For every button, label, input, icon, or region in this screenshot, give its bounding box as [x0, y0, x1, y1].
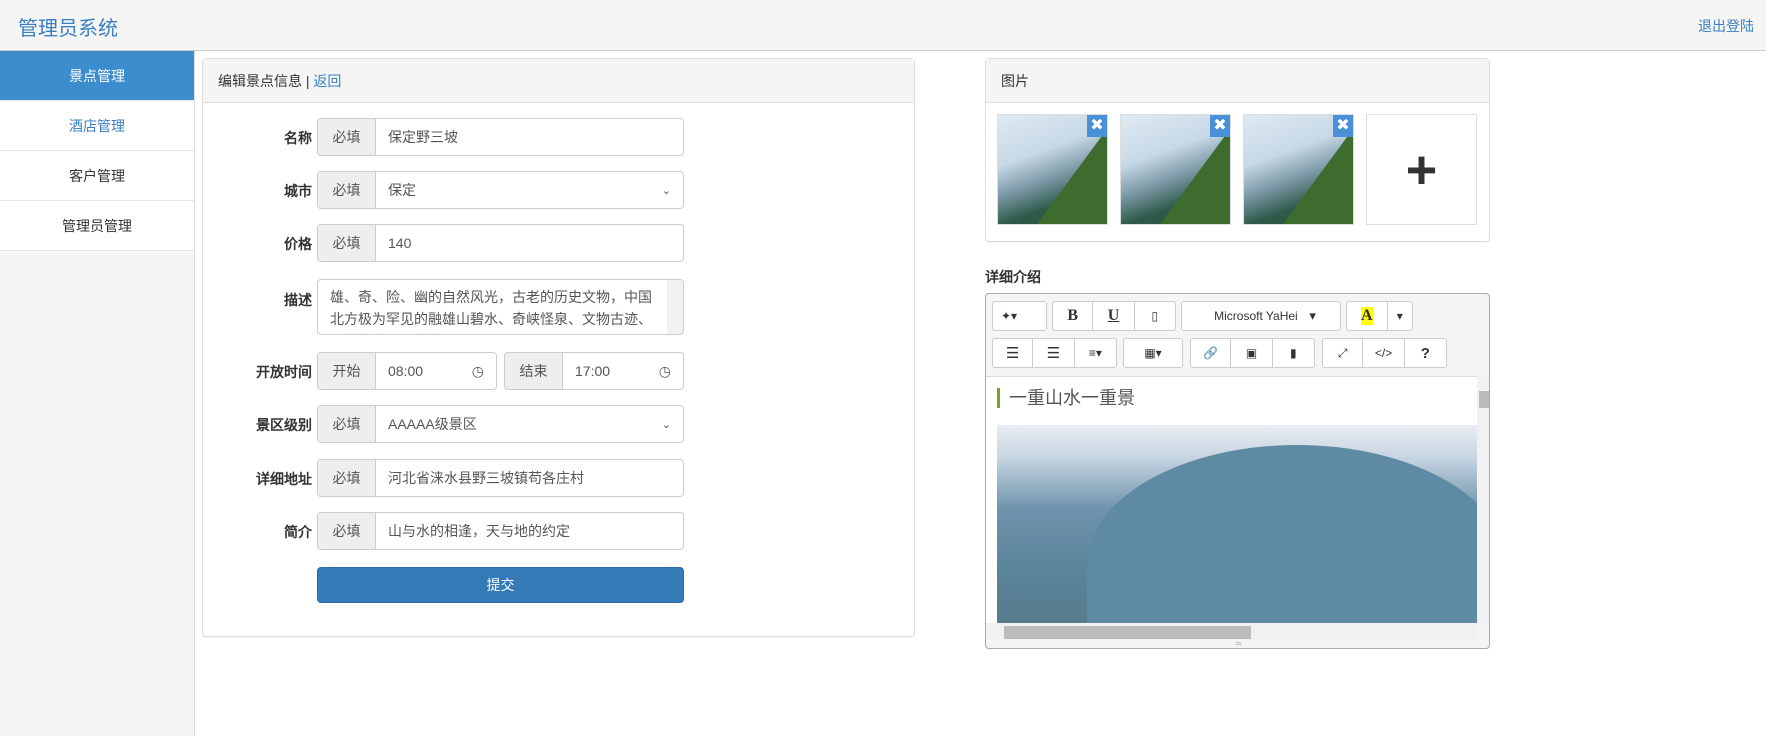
chevron-down-icon: ⌄ — [661, 184, 671, 197]
image-thumbnail[interactable]: ✖ — [997, 114, 1108, 225]
submit-button[interactable]: 提交 — [317, 567, 684, 603]
images-panel: 图片 ✖ ✖ ✖ + — [985, 58, 1490, 242]
desc-label: 描述 — [284, 292, 312, 308]
sidebar-item-admins[interactable]: 管理员管理 — [0, 201, 194, 251]
address-label: 详细地址 — [256, 471, 312, 487]
style-dropdown[interactable]: ✦▾ — [992, 301, 1047, 331]
video-icon[interactable]: ▮ — [1273, 339, 1314, 367]
intro-label: 简介 — [284, 524, 312, 540]
chevron-down-icon: ⌄ — [661, 418, 671, 431]
resize-handle[interactable]: ═ — [986, 640, 1489, 648]
city-label: 城市 — [284, 183, 312, 199]
content-heading: 一重山水一重景 — [997, 388, 1135, 408]
code-view-button[interactable]: </> — [1363, 339, 1405, 367]
vertical-scrollbar[interactable] — [1477, 376, 1489, 623]
panel-header: 编辑景点信息 | 返回 — [203, 59, 914, 103]
color-a-icon: A — [1360, 307, 1373, 325]
delete-icon[interactable]: ✖ — [1210, 115, 1230, 137]
address-value[interactable]: 河北省涞水县野三坡镇苟各庄村 — [376, 460, 683, 496]
price-value[interactable]: 140 — [376, 225, 683, 261]
detail-title: 详细介绍 — [985, 269, 1041, 285]
hours-label: 开放时间 — [256, 364, 312, 380]
start-addon: 开始 — [318, 353, 376, 389]
eraser-icon[interactable]: ▯ — [1135, 302, 1175, 330]
rich-text-editor: ✦▾ B U ▯ Microsoft YaHei ▾ A ▾ ☰ ☰ ≡▾ ▦▾ 🔗 ▣ ▮ … — [985, 293, 1490, 649]
desc-value: 雄、奇、险、幽的自然风光，古老的历史文物，中国北方极为罕见的融雄山碧水、奇峡怪泉… — [330, 289, 652, 334]
end-time-input[interactable]: 结束 17:00 ◷ — [504, 352, 684, 390]
end-addon: 结束 — [505, 353, 563, 389]
name-label: 名称 — [284, 130, 312, 146]
required-addon: 必填 — [318, 460, 376, 496]
editor-content[interactable]: 一重山水一重景 — [986, 376, 1477, 623]
font-family-dropdown[interactable]: Microsoft YaHei ▾ — [1181, 301, 1341, 331]
sidebar-item-hotels[interactable]: 酒店管理 — [0, 101, 194, 151]
logout-link[interactable]: 退出登陆 — [1698, 16, 1754, 36]
name-value[interactable]: 保定野三坡 — [376, 119, 683, 155]
required-addon: 必填 — [318, 225, 376, 261]
city-select[interactable]: 必填 保定 ⌄ — [317, 171, 684, 209]
required-addon: 必填 — [318, 513, 376, 549]
scrollbar[interactable] — [667, 280, 683, 334]
level-value: AAAAA级景区 — [388, 416, 477, 432]
underline-button[interactable]: U — [1093, 302, 1135, 330]
link-icon[interactable]: 🔗 — [1191, 339, 1232, 367]
description-textarea[interactable]: 雄、奇、险、幽的自然风光，古老的历史文物，中国北方极为罕见的融雄山碧水、奇峡怪泉… — [317, 279, 684, 335]
color-dropdown[interactable]: ▾ — [1388, 302, 1412, 330]
price-input[interactable]: 必填 140 — [317, 224, 684, 262]
required-addon: 必填 — [318, 406, 376, 442]
top-navbar: 管理员系统 退出登陆 — [0, 0, 1766, 51]
delete-icon[interactable]: ✖ — [1087, 115, 1107, 137]
app-title[interactable]: 管理员系统 — [18, 12, 118, 41]
address-input[interactable]: 必填 河北省涞水县野三坡镇苟各庄村 — [317, 459, 684, 497]
add-image-button[interactable]: + — [1366, 114, 1477, 225]
sidebar-item-customers[interactable]: 客户管理 — [0, 151, 194, 201]
images-title: 图片 — [986, 59, 1489, 103]
help-button[interactable]: ? — [1405, 339, 1446, 367]
panel-title: 编辑景点信息 — [218, 73, 302, 89]
start-time-input[interactable]: 开始 08:00 ◷ — [317, 352, 497, 390]
image-thumbnail[interactable]: ✖ — [1120, 114, 1231, 225]
content-image — [997, 425, 1477, 623]
end-time: 17:00 — [575, 363, 611, 379]
intro-input[interactable]: 必填 山与水的相逢，天与地的约定 — [317, 512, 684, 550]
bullet-list-icon[interactable]: ☰ — [993, 339, 1034, 367]
name-input[interactable]: 必填 保定野三坡 — [317, 118, 684, 156]
align-dropdown[interactable]: ≡▾ — [1075, 339, 1116, 367]
required-addon: 必填 — [318, 172, 376, 208]
font-color-button[interactable]: A — [1347, 302, 1388, 330]
intro-value[interactable]: 山与水的相逢，天与地的约定 — [376, 513, 683, 549]
city-value: 保定 — [388, 182, 416, 198]
table-icon[interactable]: ▦▾ — [1124, 339, 1182, 367]
clock-icon[interactable]: ◷ — [472, 363, 484, 380]
required-addon: 必填 — [318, 119, 376, 155]
bold-button[interactable]: B — [1053, 302, 1094, 330]
level-label: 景区级别 — [256, 417, 312, 433]
delete-icon[interactable]: ✖ — [1333, 115, 1353, 137]
sidebar-item-attractions[interactable]: 景点管理 — [0, 51, 194, 101]
price-label: 价格 — [284, 236, 312, 252]
picture-icon[interactable]: ▣ — [1231, 339, 1273, 367]
clock-icon[interactable]: ◷ — [659, 363, 671, 380]
magic-wand-icon[interactable]: ✦▾ — [993, 302, 1025, 330]
level-select[interactable]: 必填 AAAAA级景区 ⌄ — [317, 405, 684, 443]
table-dropdown[interactable]: ▦▾ — [1123, 338, 1183, 368]
numbered-list-icon[interactable]: ☰ — [1033, 339, 1075, 367]
back-link[interactable]: 返回 — [313, 73, 341, 89]
sidebar: 景点管理 酒店管理 客户管理 管理员管理 — [0, 51, 195, 736]
separator: | — [305, 73, 310, 89]
image-thumbnail[interactable]: ✖ — [1243, 114, 1354, 225]
font-name: Microsoft YaHei — [1214, 309, 1298, 323]
horizontal-scrollbar[interactable] — [986, 623, 1477, 640]
fullscreen-icon[interactable]: ⤢ — [1323, 339, 1364, 367]
start-time: 08:00 — [388, 363, 424, 379]
